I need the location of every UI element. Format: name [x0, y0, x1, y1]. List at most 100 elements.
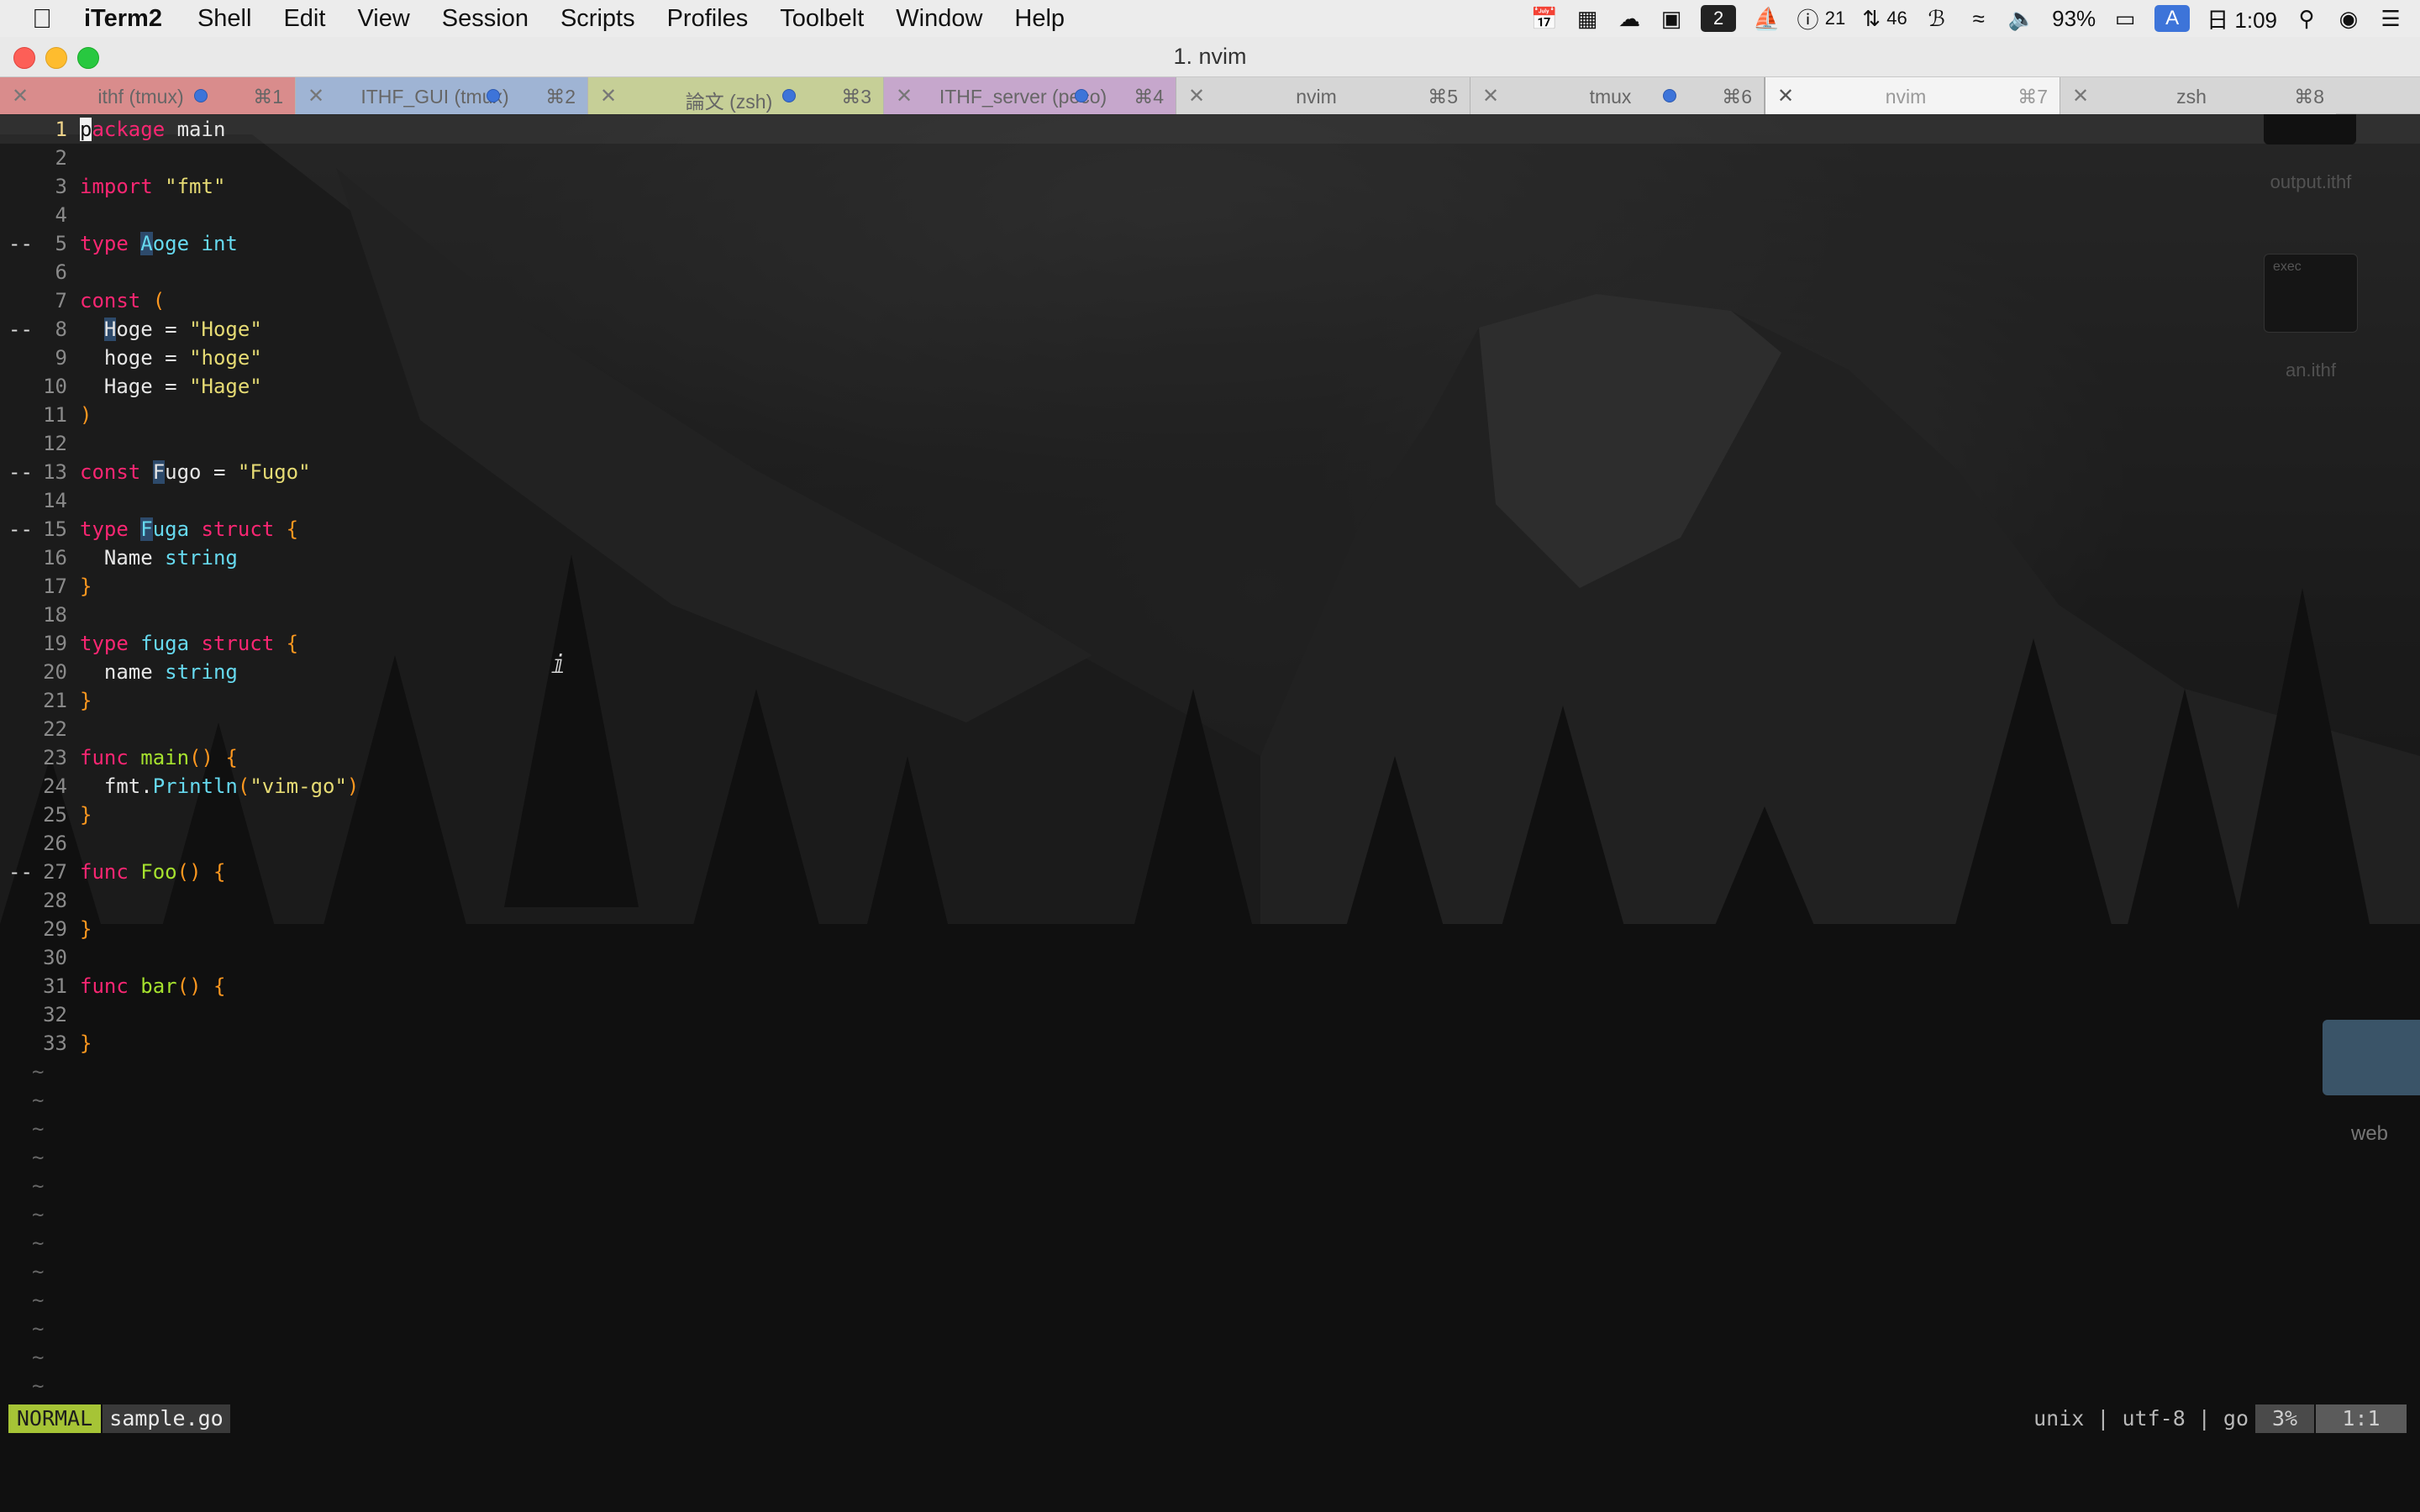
menu-scripts[interactable]: Scripts: [560, 5, 635, 33]
code-line[interactable]: 21}: [0, 686, 2420, 715]
menu-toolbelt[interactable]: Toolbelt: [780, 5, 864, 33]
menu-profiles[interactable]: Profiles: [667, 5, 749, 33]
clock[interactable]: 日 1:09: [2207, 5, 2277, 33]
input-source-icon[interactable]: A: [2154, 5, 2191, 32]
code-line[interactable]: -- 13 const Fugo = "Fugo": [0, 458, 2420, 486]
code-line[interactable]: 9 hoge = "hoge": [0, 344, 2420, 372]
line-text[interactable]: package main: [80, 115, 225, 144]
tab-2[interactable]: ✕ ITHF_GUI (tmux) ⌘2: [296, 77, 588, 114]
code-line[interactable]: 26: [0, 829, 2420, 858]
battery-percent[interactable]: 93%: [2052, 5, 2096, 32]
tab-6[interactable]: ✕ tmux ⌘6: [1470, 77, 1765, 114]
code-line[interactable]: 28: [0, 886, 2420, 915]
code-line[interactable]: 6: [0, 258, 2420, 286]
line-text[interactable]: import "fmt": [80, 172, 225, 201]
folder-icon[interactable]: [2323, 1020, 2420, 1095]
cloud-sync-icon[interactable]: ☁: [1617, 5, 1642, 32]
code-line[interactable]: -- 5 type Aoge int: [0, 229, 2420, 258]
line-text[interactable]: Hoge = "Hoge": [80, 315, 262, 344]
desktop-file-icon[interactable]: [2264, 114, 2356, 144]
menu-session[interactable]: Session: [442, 5, 529, 33]
code-line[interactable]: 33}: [0, 1029, 2420, 1058]
tab-8[interactable]: ✕ zsh ⌘8: [2060, 77, 2336, 114]
tab-7-active[interactable]: ✕ nvim ⌘7: [1765, 77, 2060, 114]
terminal-pane[interactable]: 1 package main 2 3 import "fmt" 4 -- 5 type Aoge…: [0, 114, 2420, 1512]
code-line[interactable]: 16 Name string: [0, 543, 2420, 572]
code-line[interactable]: 3 import "fmt": [0, 172, 2420, 201]
line-text[interactable]: Hage = "Hage": [80, 372, 262, 401]
menu-help[interactable]: Help: [1014, 5, 1065, 33]
code-line[interactable]: 24 fmt.Println("vim-go"): [0, 772, 2420, 801]
line-text[interactable]: type fuga struct {: [80, 629, 298, 658]
line-text[interactable]: }: [80, 686, 92, 715]
line-text[interactable]: func bar() {: [80, 972, 225, 1000]
close-tab-icon[interactable]: ✕: [308, 84, 324, 108]
line-text[interactable]: fmt.Println("vim-go"): [80, 772, 359, 801]
line-text[interactable]: }: [80, 1029, 92, 1058]
code-line[interactable]: 17}: [0, 572, 2420, 601]
close-tab-icon[interactable]: ✕: [2072, 84, 2089, 108]
line-text[interactable]: type Aoge int: [80, 229, 238, 258]
calendar-app-icon[interactable]: 📅: [1531, 5, 1558, 32]
siri-icon[interactable]: ◉: [2336, 5, 2361, 32]
pull-requests-icon[interactable]: ⇅ 46: [1862, 5, 1907, 32]
line-text[interactable]: Name string: [80, 543, 238, 572]
line-text[interactable]: ): [80, 401, 92, 429]
line-text[interactable]: const Fugo = "Fugo": [80, 458, 311, 486]
code-line[interactable]: 29}: [0, 915, 2420, 943]
tab-3[interactable]: ✕ 論文 (zsh) ⌘3: [588, 77, 884, 114]
github-issues-icon[interactable]: ⓘ 21: [1797, 5, 1846, 33]
close-tab-icon[interactable]: ✕: [1188, 84, 1205, 108]
line-text[interactable]: type Fuga struct {: [80, 515, 298, 543]
code-line[interactable]: 30: [0, 943, 2420, 972]
code-line[interactable]: -- 15 type Fuga struct {: [0, 515, 2420, 543]
close-tab-icon[interactable]: ✕: [896, 84, 913, 108]
desktop-exec-icon[interactable]: exec: [2264, 254, 2358, 333]
apple-menu-icon[interactable]: : [32, 3, 52, 34]
close-tab-icon[interactable]: ✕: [1777, 84, 1794, 108]
tab-4[interactable]: ✕ ITHF_server (peco) ⌘4: [884, 77, 1176, 114]
menu-window[interactable]: Window: [896, 5, 982, 33]
box-app-icon[interactable]: ▣: [1659, 5, 1684, 32]
code-line[interactable]: 18: [0, 601, 2420, 629]
docker-icon[interactable]: ⛵: [1753, 5, 1780, 32]
line-text[interactable]: const (: [80, 286, 165, 315]
menu-view[interactable]: View: [357, 5, 409, 33]
line-text[interactable]: }: [80, 915, 92, 943]
bluetooth-icon[interactable]: ℬ: [1924, 5, 1949, 32]
code-line[interactable]: 4: [0, 201, 2420, 229]
code-line[interactable]: 10 Hage = "Hage": [0, 372, 2420, 401]
graph-app-icon[interactable]: ▦: [1575, 5, 1600, 32]
code-line[interactable]: 22: [0, 715, 2420, 743]
number-badge-icon[interactable]: 2: [1701, 5, 1737, 32]
line-text[interactable]: func Foo() {: [80, 858, 225, 886]
tab-5[interactable]: ✕ nvim ⌘5: [1176, 77, 1470, 114]
volume-icon[interactable]: 🔈: [2008, 5, 2035, 32]
code-line[interactable]: -- 27 func Foo() {: [0, 858, 2420, 886]
close-tab-icon[interactable]: ✕: [12, 84, 29, 108]
code-line[interactable]: 14: [0, 486, 2420, 515]
code-line[interactable]: 1 package main: [0, 115, 2420, 144]
code-line[interactable]: 12: [0, 429, 2420, 458]
code-line[interactable]: 19 type fuga struct {: [0, 629, 2420, 658]
code-line[interactable]: 31 func bar() {: [0, 972, 2420, 1000]
code-line[interactable]: 2: [0, 144, 2420, 172]
menu-app-name[interactable]: iTerm2: [84, 5, 162, 33]
code-line[interactable]: 25}: [0, 801, 2420, 829]
code-line[interactable]: 11): [0, 401, 2420, 429]
spotlight-search-icon[interactable]: ⚲: [2294, 5, 2319, 32]
code-line[interactable]: 32: [0, 1000, 2420, 1029]
code-line[interactable]: 7 const (: [0, 286, 2420, 315]
code-line[interactable]: -- 8 Hoge = "Hoge": [0, 315, 2420, 344]
line-text[interactable]: func main() {: [80, 743, 238, 772]
battery-icon[interactable]: ▭: [2112, 5, 2138, 32]
notification-center-icon[interactable]: ☰: [2378, 5, 2403, 32]
close-tab-icon[interactable]: ✕: [600, 84, 617, 108]
line-text[interactable]: }: [80, 572, 92, 601]
menu-shell[interactable]: Shell: [197, 5, 252, 33]
window-titlebar[interactable]: 1. nvim: [0, 37, 2420, 77]
code-line[interactable]: 20 name string: [0, 658, 2420, 686]
close-tab-icon[interactable]: ✕: [1482, 84, 1499, 108]
line-text[interactable]: }: [80, 801, 92, 829]
wifi-icon[interactable]: ≈: [1966, 5, 1991, 32]
